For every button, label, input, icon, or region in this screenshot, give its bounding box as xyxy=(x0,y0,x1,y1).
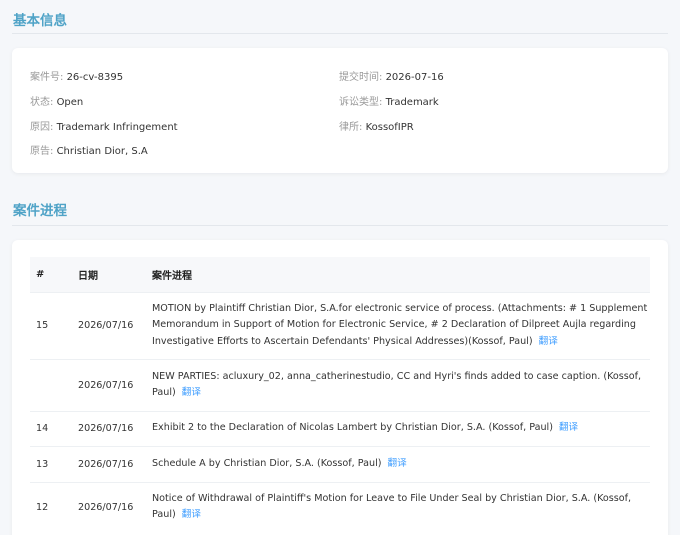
row-text: Exhibit 2 to the Declaration of Nicolas … xyxy=(150,410,650,446)
plaintiff-value: Christian Dior, S.A xyxy=(56,146,148,157)
row-num: 15 xyxy=(30,291,74,359)
table-header-row: # 日期 案件进程 xyxy=(30,257,650,292)
case-progress-divider xyxy=(12,225,668,226)
translate-link[interactable]: 翻译 xyxy=(539,336,558,347)
law-firm-label: 律所: xyxy=(339,122,363,133)
row-text-content: Schedule A by Christian Dior, S.A. (Koss… xyxy=(152,457,382,469)
submit-time-label: 提交时间: xyxy=(339,72,383,83)
case-cause-value: Trademark Infringement xyxy=(56,122,178,133)
row-date: 2026/07/16 xyxy=(74,410,150,446)
suit-type-value: Trademark xyxy=(385,97,439,108)
row-text: MOTION by Plaintiff Christian Dior, S.A.… xyxy=(150,291,650,359)
submit-time: 提交时间: 2026-07-16 xyxy=(339,68,444,83)
suit-type-label: 诉讼类型: xyxy=(339,97,383,108)
basic-info-card: 案件号: 26-cv-8395 提交时间: 2026-07-16 状态: Ope… xyxy=(12,48,668,173)
row-text: NEW PARTIES: acluxury_02, anna_catherine… xyxy=(150,358,650,411)
row-num xyxy=(30,358,74,411)
row-text-content: MOTION by Plaintiff Christian Dior, S.A.… xyxy=(152,302,648,347)
case-cause: 原因: Trademark Infringement xyxy=(30,118,178,133)
row-text-content: Notice of Withdrawal of Plaintiff's Moti… xyxy=(152,492,632,521)
plaintiff: 原告: Christian Dior, S.A xyxy=(30,142,148,157)
progress-table: # 日期 案件进程 15 2026/07/16 MOTION by Plaint… xyxy=(30,257,650,532)
translate-link[interactable]: 翻译 xyxy=(182,387,201,398)
law-firm-value: KossofIPR xyxy=(365,122,414,133)
row-date: 2026/07/16 xyxy=(74,481,150,532)
law-firm: 律所: KossofIPR xyxy=(339,118,414,133)
row-text-content: NEW PARTIES: acluxury_02, anna_catherine… xyxy=(152,370,642,399)
case-status: 状态: Open xyxy=(30,93,83,108)
header-progress: 案件进程 xyxy=(152,270,192,282)
case-number: 案件号: 26-cv-8395 xyxy=(30,68,123,83)
row-date: 2026/07/16 xyxy=(74,358,150,411)
basic-info-divider xyxy=(12,33,668,34)
case-progress-title: 案件进程 xyxy=(13,203,67,219)
translate-link[interactable]: 翻译 xyxy=(387,458,406,469)
case-number-value: 26-cv-8395 xyxy=(66,72,124,83)
translate-link[interactable]: 翻译 xyxy=(182,509,201,520)
row-num: 14 xyxy=(30,410,74,446)
row-date: 2026/07/16 xyxy=(74,291,150,359)
plaintiff-label: 原告: xyxy=(30,146,54,157)
case-progress-card: # 日期 案件进程 15 2026/07/16 MOTION by Plaint… xyxy=(12,240,668,535)
header-num: # xyxy=(36,268,45,280)
table-row: 2026/07/16 NEW PARTIES: acluxury_02, ann… xyxy=(30,358,650,411)
row-num: 13 xyxy=(30,445,74,482)
case-number-label: 案件号: xyxy=(30,72,64,83)
row-text: Schedule A by Christian Dior, S.A. (Koss… xyxy=(150,445,650,482)
suit-type: 诉讼类型: Trademark xyxy=(339,93,439,108)
table-row: 15 2026/07/16 MOTION by Plaintiff Christ… xyxy=(30,291,650,359)
table-row: 14 2026/07/16 Exhibit 2 to the Declarati… xyxy=(30,410,650,446)
submit-time-value: 2026-07-16 xyxy=(385,72,444,83)
row-text-content: Exhibit 2 to the Declaration of Nicolas … xyxy=(152,422,553,434)
table-row: 13 2026/07/16 Schedule A by Christian Di… xyxy=(30,445,650,482)
case-cause-label: 原因: xyxy=(30,122,54,133)
header-date: 日期 xyxy=(78,270,98,282)
translate-link[interactable]: 翻译 xyxy=(559,422,578,433)
row-text: Notice of Withdrawal of Plaintiff's Moti… xyxy=(150,481,650,532)
basic-info-title: 基本信息 xyxy=(13,13,67,29)
table-row: 12 2026/07/16 Notice of Withdrawal of Pl… xyxy=(30,481,650,532)
row-date: 2026/07/16 xyxy=(74,445,150,482)
case-status-value: Open xyxy=(56,97,84,108)
row-num: 12 xyxy=(30,481,74,532)
case-status-label: 状态: xyxy=(30,97,54,108)
